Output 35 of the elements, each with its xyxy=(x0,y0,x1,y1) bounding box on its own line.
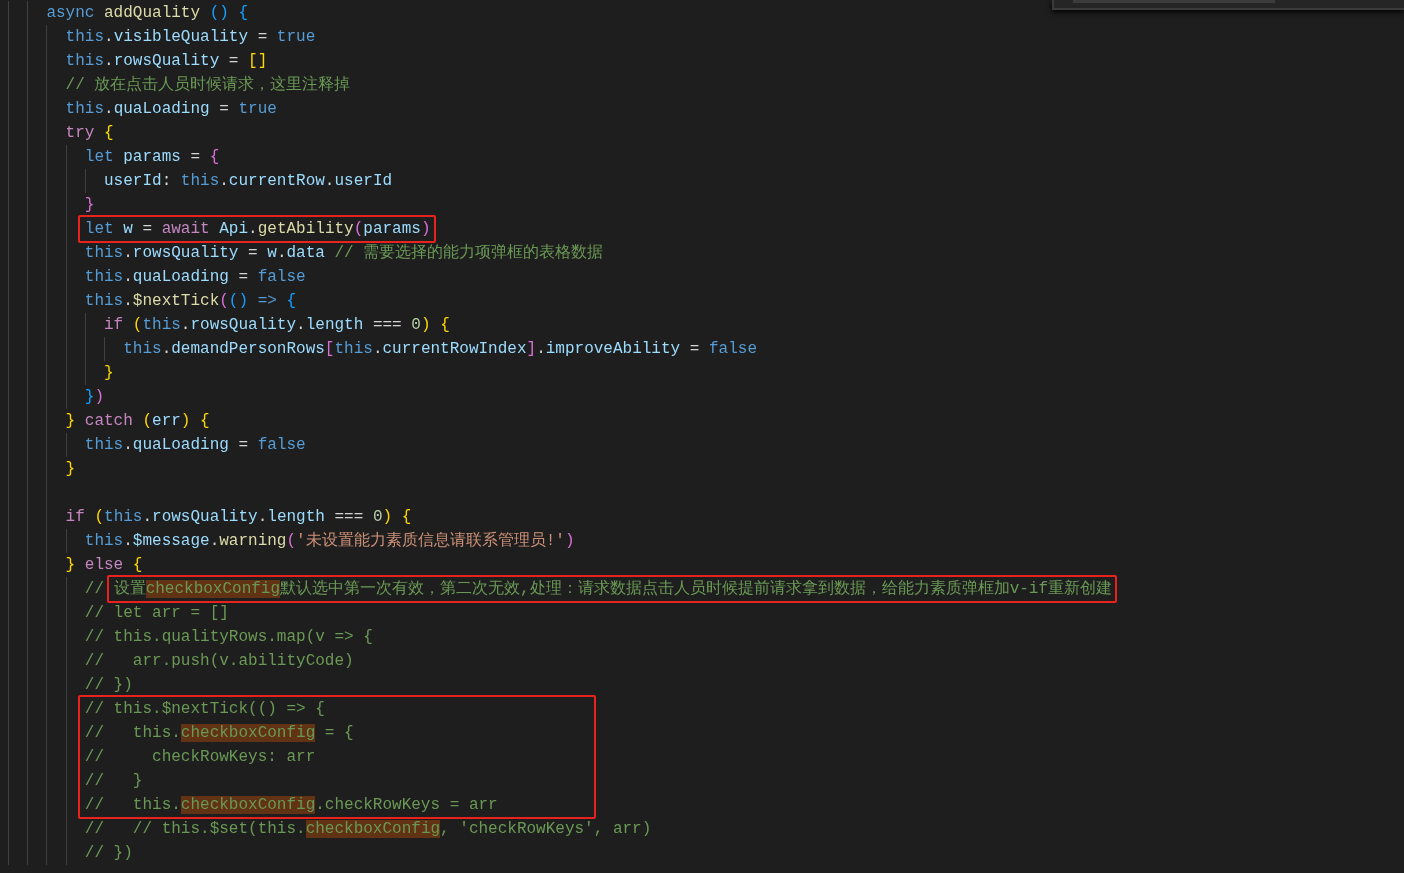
code-line: // xyxy=(84,579,105,600)
code-line: if (this.rowsQuality.length === 0) { xyxy=(104,315,450,336)
code-line: // arr.push(v.abilityCode) xyxy=(84,651,354,672)
code-line: // }) xyxy=(84,675,133,696)
code-line: // }) xyxy=(84,843,133,864)
code-line: this.quaLoading = false xyxy=(84,435,306,456)
code-line: // this.checkboxConfig = { xyxy=(84,723,355,744)
code-line: } else { xyxy=(65,555,143,576)
code-line: // this.$nextTick(() => { xyxy=(84,699,326,720)
code-line: this.rowsQuality = w.data // 需要选择的能力项弹框的表格数据 xyxy=(84,243,604,264)
code-line: } catch (err) { xyxy=(65,411,210,432)
code-line: // this.qualityRows.map(v => { xyxy=(84,627,373,648)
code-line: this.rowsQuality = [] xyxy=(65,51,268,72)
code-line: } xyxy=(65,459,76,480)
code-line: } xyxy=(104,363,114,384)
code-line: }) xyxy=(84,387,105,408)
code-line: // this.checkboxConfig.checkRowKeys = arr xyxy=(84,795,498,816)
code-line: this.demandPersonRows[this.currentRowIndex].improveAbility = false xyxy=(123,339,757,360)
code-line: } xyxy=(84,195,95,216)
code-line: this.visibleQuality = true xyxy=(65,27,316,48)
code-line: let params = { xyxy=(84,147,220,168)
code-line: let w = await Api.getAbility(params) xyxy=(84,219,431,240)
code-line: this.$nextTick(() => { xyxy=(84,291,297,312)
code-line: userId: this.currentRow.userId xyxy=(104,171,393,192)
code-line: if (this.rowsQuality.length === 0) { xyxy=(65,507,412,528)
code-line: // let arr = [] xyxy=(84,603,229,624)
code-line: async addQuality () { xyxy=(46,3,249,24)
code-line: this.$message.warning('未设置能力素质信息请联系管理员!') xyxy=(84,530,575,552)
code-line: this.quaLoading = false xyxy=(84,267,306,288)
code-line: // } xyxy=(84,771,144,792)
code-line: // checkRowKeys: arr xyxy=(84,747,317,768)
code-line: try { xyxy=(65,123,114,144)
code-line: // 放在点击人员时候请求，这里注释掉 xyxy=(65,74,351,96)
code-line: this.quaLoading = true xyxy=(65,99,277,120)
code-line: // // this.$set(this.checkboxConfig, 'checkRowKeys', arr) xyxy=(84,819,652,840)
